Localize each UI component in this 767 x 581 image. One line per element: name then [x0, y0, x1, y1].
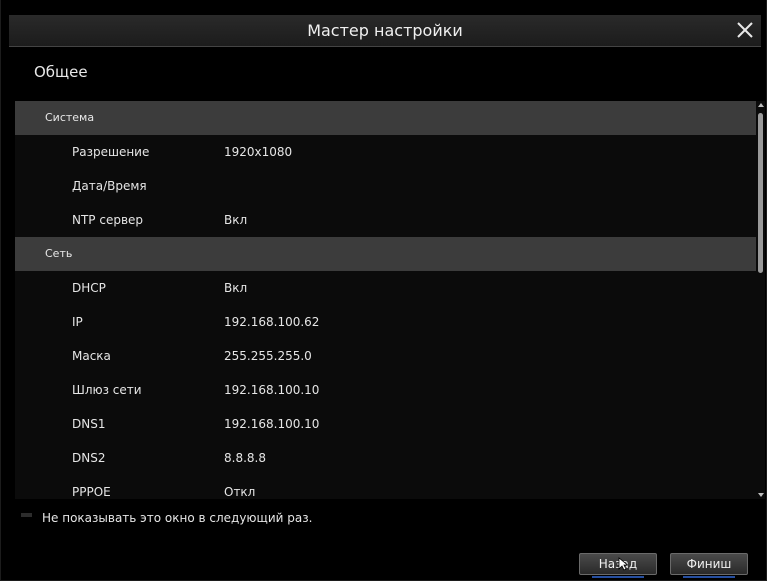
mouse-cursor-icon	[618, 557, 628, 571]
title-bar: Мастер настройки	[9, 15, 761, 47]
setup-wizard-window: Мастер настройки Общее Система Разрешени…	[0, 0, 767, 581]
row-value: Вкл	[224, 281, 248, 295]
settings-summary-list: Система Разрешение 1920x1080 Дата/Время …	[15, 101, 765, 499]
row-label: Шлюз сети	[72, 383, 142, 397]
row-label: Дата/Время	[72, 179, 147, 193]
row-value: 192.168.100.10	[224, 383, 320, 397]
row-label: Маска	[72, 349, 111, 363]
row-resolution: Разрешение 1920x1080	[15, 135, 756, 169]
row-value: Откл	[224, 485, 256, 499]
row-dns2: DNS2 8.8.8.8	[15, 441, 756, 475]
scroll-up-icon[interactable]	[758, 103, 764, 107]
row-value: 255.255.255.0	[224, 349, 312, 363]
row-value: Вкл	[224, 213, 248, 227]
group-header-system: Система	[15, 101, 756, 135]
row-gateway: Шлюз сети 192.168.100.10	[15, 373, 756, 407]
row-date-time: Дата/Время	[15, 169, 756, 203]
row-label: DHCP	[72, 281, 106, 295]
row-value: 1920x1080	[224, 145, 293, 159]
scrollbar-thumb[interactable]	[758, 113, 763, 273]
window-title: Мастер настройки	[307, 21, 463, 40]
list-scrollbar[interactable]	[756, 101, 765, 499]
dont-show-again-label: Не показывать это окно в следующий раз.	[42, 511, 313, 525]
row-label: PPPOE	[72, 485, 111, 499]
close-icon	[737, 22, 753, 38]
row-value: 8.8.8.8	[224, 451, 266, 465]
row-value: 192.168.100.10	[224, 417, 320, 431]
row-dhcp: DHCP Вкл	[15, 271, 756, 305]
row-label: NTP сервер	[72, 213, 144, 227]
group-header-network: Сеть	[15, 237, 756, 271]
finish-button[interactable]: Финиш	[670, 553, 748, 578]
dont-show-again-checkbox[interactable]	[21, 513, 32, 517]
row-ip: IP 192.168.100.62	[15, 305, 756, 339]
section-title: Общее	[34, 63, 88, 81]
row-mask: Маска 255.255.255.0	[15, 339, 756, 373]
row-label: DNS2	[72, 451, 106, 465]
row-dns1: DNS1 192.168.100.10	[15, 407, 756, 441]
scroll-down-icon[interactable]	[758, 493, 764, 497]
row-ntp-server: NTP сервер Вкл	[15, 203, 756, 237]
row-label: Разрешение	[72, 145, 150, 159]
settings-list-content: Система Разрешение 1920x1080 Дата/Время …	[15, 101, 756, 499]
row-pppoe: PPPOE Откл	[15, 475, 756, 499]
close-button[interactable]	[733, 18, 757, 42]
row-value: 192.168.100.62	[224, 315, 320, 329]
row-label: DNS1	[72, 417, 106, 431]
row-label: IP	[72, 315, 83, 329]
